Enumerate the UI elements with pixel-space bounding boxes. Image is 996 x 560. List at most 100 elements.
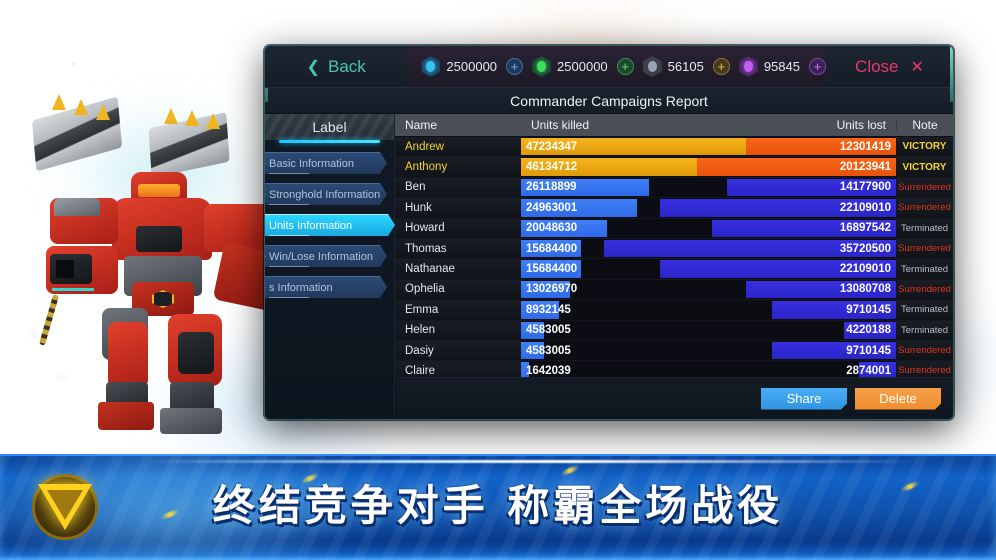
units-killed-bar: 8932145 (521, 301, 571, 319)
units-killed-bar: 26118899 (521, 178, 649, 197)
mech-spike (74, 99, 88, 115)
units-lost-bar: 9710145 (772, 301, 896, 319)
cell-name: Dasiy (395, 340, 521, 361)
sidebar-header: Label (265, 114, 394, 143)
table-row[interactable]: Ben 26118899 14177900 Surrendered (395, 177, 953, 199)
units-lost-bar: 22109010 (659, 199, 896, 217)
mech-shoulder-plate (54, 198, 100, 216)
cell-name: Anthony (395, 157, 521, 177)
status-badge: Surrendered (896, 340, 953, 361)
sidebar-item-label: Units Information (269, 219, 353, 232)
dialog-topbar: ❮ Back 2500000 + 2500000 + 56105 + 95845… (265, 46, 953, 88)
units-lost-bar: 9710145 (772, 341, 896, 360)
page-title: Commander Campaigns Report (510, 92, 708, 109)
cell-bars: 47234347 12301419 (521, 137, 896, 157)
cell-bars: 15684400 35720500 (521, 238, 896, 259)
metal-hex-icon (642, 56, 662, 77)
table-row[interactable]: Hunk 24963001 22109010 Surrendered (395, 198, 953, 219)
resource-energy[interactable]: 2500000 (421, 56, 497, 77)
close-button-label: Close (855, 56, 899, 76)
crystal-hex-icon (738, 56, 758, 77)
sidebar-item-label: Win/Lose Information (269, 250, 373, 263)
table-row[interactable]: Anthony 46134712 20123941 VICTORY (395, 157, 953, 178)
mech-chest-vent (136, 226, 182, 252)
sidebar-item-3[interactable]: ▸Win/Lose Information (264, 245, 387, 267)
mech-leg-panel (178, 332, 214, 374)
cell-name: Hunk (395, 198, 521, 218)
back-button[interactable]: ❮ Back (265, 46, 408, 88)
units-killed-bar: 15684400 (521, 260, 581, 278)
mech-foot-right (160, 408, 222, 434)
add-energy-button[interactable]: + (506, 58, 524, 75)
table-row[interactable]: Thomas 15684400 35720500 Surrendered (395, 238, 953, 260)
close-button[interactable]: Close ✕ (825, 46, 953, 88)
resource-metal[interactable]: 56105 (642, 56, 704, 77)
sidebar-item-4[interactable]: ▸s Information (264, 276, 387, 298)
sidebar-item-list: ▸Basic Information ▸Stronghold Informatio… (265, 140, 394, 298)
add-bio-button[interactable]: + (616, 58, 634, 75)
resource-amount: 95845 (763, 59, 800, 74)
star-dot (72, 62, 75, 65)
cell-name: Ben (395, 177, 521, 198)
cell-bars: 20048630 16897542 (521, 218, 896, 238)
mech-foot-left (98, 402, 154, 430)
cell-name: Howard (395, 218, 521, 238)
status-badge: VICTORY (896, 157, 953, 177)
table-row[interactable]: Ophelia 13026970 13080708 Surrendered (395, 279, 953, 301)
add-crystal-button[interactable]: + (808, 58, 826, 75)
game-screen: ❮ Back 2500000 + 2500000 + 56105 + 95845… (0, 0, 996, 560)
table-row[interactable]: Emma 8932145 9710145 Terminated (395, 300, 953, 321)
cell-bars: 24963001 22109010 (521, 198, 896, 218)
status-badge: Terminated (896, 259, 953, 279)
column-header-units-killed: Units killed Units lost (521, 118, 896, 132)
column-header-units-killed-label: Units killed (531, 118, 590, 132)
units-lost-bar: 35720500 (603, 239, 896, 258)
resource-amount: 2500000 (557, 59, 608, 74)
table-header: Name Units killed Units lost Note (395, 114, 953, 137)
status-badge: Surrendered (896, 238, 953, 259)
dialog-title-bar: Commander Campaigns Report (265, 88, 953, 114)
table-row[interactable]: Howard 20048630 16897542 Terminated (395, 218, 953, 239)
status-badge: Surrendered (896, 198, 953, 218)
units-killed-bar: 15684400 (521, 239, 581, 258)
units-killed-bar: 20048630 (521, 219, 608, 237)
mech-spike (52, 94, 66, 110)
sidebar-item-label: s Information (269, 281, 333, 294)
resource-crystal[interactable]: 95845 (738, 56, 800, 77)
units-lost-bar: 16897542 (712, 219, 896, 237)
cell-name: Emma (395, 300, 521, 320)
status-badge: VICTORY (896, 137, 953, 157)
table-row[interactable]: Helen 4583005 4220188 Terminated (395, 320, 953, 341)
table-row[interactable]: Dasiy 4583005 9710145 Surrendered (395, 340, 953, 362)
status-badge: Terminated (896, 320, 953, 340)
cell-name: Helen (395, 320, 521, 340)
cell-name: Andrew (395, 137, 521, 157)
dialog-body: Label ▸Basic Information ▸Stronghold Info… (265, 114, 953, 419)
add-metal-button[interactable]: + (712, 58, 730, 75)
share-button[interactable]: Share (761, 388, 847, 410)
delete-button[interactable]: Delete (855, 388, 941, 410)
units-killed-bar: 13026970 (521, 280, 577, 299)
units-killed-bar: 46134712 (521, 158, 720, 176)
units-lost-bar: 12301419 (746, 138, 896, 156)
sidebar-item-2[interactable]: ▸Units Information (264, 214, 395, 236)
units-lost-bar: 20123941 (697, 158, 896, 176)
sidebar-item-label: Basic Information (269, 157, 354, 170)
table-row[interactable]: Nathanae 15684400 22109010 Terminated (395, 259, 953, 280)
sidebar-item-0[interactable]: ▸Basic Information (264, 152, 387, 174)
units-killed-bar: 47234347 (521, 138, 754, 156)
mech-spike (185, 110, 199, 126)
mech-muzzle (56, 260, 74, 278)
mech-spike (96, 104, 110, 120)
units-lost-bar: 4220188 (843, 321, 896, 339)
bio-hex-icon (532, 56, 552, 77)
sidebar-item-1[interactable]: ▸Stronghold Information (264, 183, 387, 205)
resource-amount: 56105 (667, 59, 704, 74)
status-badge: Surrendered (896, 177, 953, 198)
cell-bars: 4583005 4220188 (521, 320, 896, 340)
report-table: Name Units killed Units lost Note Andrew… (395, 114, 953, 419)
resource-bio[interactable]: 2500000 (532, 56, 608, 77)
table-row[interactable]: Andrew 47234347 12301419 VICTORY (395, 137, 953, 158)
mech-spike (164, 108, 178, 124)
column-header-note: Note (896, 118, 953, 132)
